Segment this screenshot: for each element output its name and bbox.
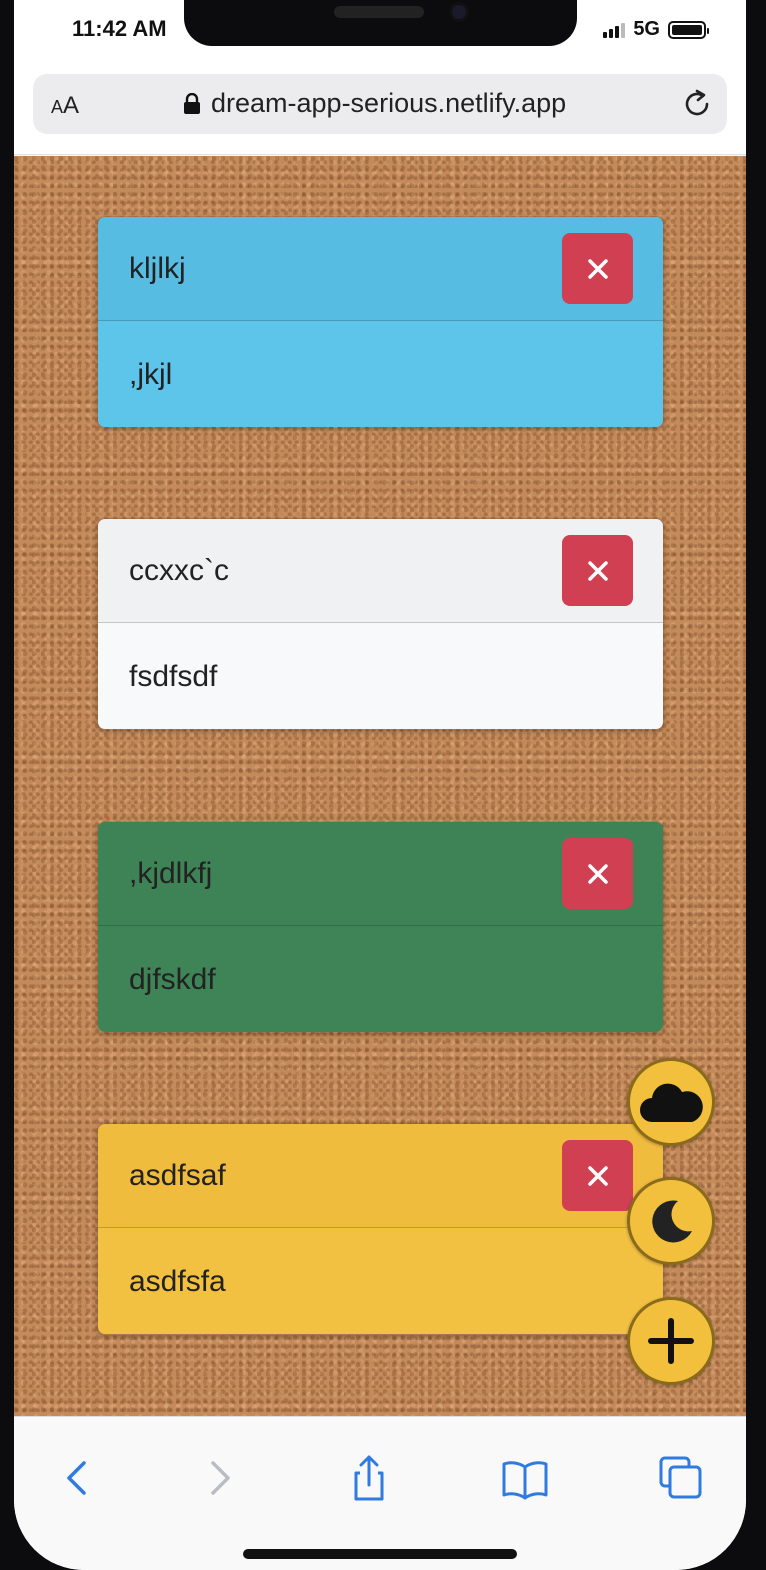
tabs-icon[interactable]	[656, 1453, 706, 1503]
note-title-bar: kljlkj	[98, 217, 663, 321]
forward-icon[interactable]	[195, 1453, 245, 1503]
bookmarks-icon[interactable]	[500, 1453, 550, 1503]
signal-icon	[603, 22, 626, 38]
home-indicator[interactable]	[243, 1549, 517, 1559]
url-display[interactable]: dream-app-serious.netlify.app	[183, 88, 566, 119]
note-body[interactable]: fsdfsdf	[98, 623, 663, 729]
close-icon	[587, 258, 608, 279]
note-card: kljlkj ,jkjl	[97, 216, 664, 428]
reload-icon[interactable]	[679, 86, 715, 122]
cloud-save-button[interactable]	[627, 1058, 715, 1146]
add-note-button[interactable]	[627, 1297, 715, 1385]
notch	[184, 0, 577, 46]
plus-icon	[648, 1318, 694, 1364]
battery-icon	[668, 20, 709, 39]
moon-icon	[652, 1200, 692, 1243]
status-indicators: 5G	[603, 18, 709, 41]
note-body[interactable]: djfskdf	[98, 926, 663, 1032]
note-title-bar: ccxxc`c	[98, 519, 663, 623]
note-title: asdfsaf	[129, 1158, 226, 1192]
delete-note-button[interactable]	[562, 838, 633, 909]
browser-toolbar	[14, 1416, 746, 1570]
browser-address-area: AA dream-app-serious.netlify.app	[14, 60, 746, 155]
lock-icon	[184, 92, 200, 114]
phone-frame: 11:42 AM 5G AA dream-app-serious.netlify…	[0, 0, 766, 1570]
dark-mode-button[interactable]	[627, 1177, 715, 1265]
status-bar: 11:42 AM 5G	[14, 0, 746, 60]
back-icon[interactable]	[52, 1453, 102, 1503]
note-title: ,kjdlkfj	[129, 856, 213, 890]
delete-note-button[interactable]	[562, 233, 633, 304]
text-size-big-label: A	[63, 92, 80, 119]
note-body[interactable]: ,jkjl	[98, 321, 663, 427]
cloud-icon	[640, 1083, 703, 1122]
note-card: asdfsaf asdfsfa	[97, 1123, 664, 1335]
note-card: ,kjdlkfj djfskdf	[97, 821, 664, 1033]
address-bar[interactable]: AA dream-app-serious.netlify.app	[33, 74, 727, 134]
note-title-bar: ,kjdlkfj	[98, 822, 663, 926]
screen: 11:42 AM 5G AA dream-app-serious.netlify…	[14, 0, 746, 1570]
share-icon[interactable]	[344, 1453, 394, 1503]
text-size-button[interactable]: AA	[51, 92, 79, 120]
cork-board: kljlkj ,jkjl ccxxc`c fsdfsdf ,kjdlkfj dj…	[14, 156, 746, 1416]
close-icon	[587, 863, 608, 884]
note-card: ccxxc`c fsdfsdf	[97, 518, 664, 730]
camera-icon	[449, 2, 469, 22]
note-title: kljlkj	[129, 251, 186, 285]
close-icon	[587, 1165, 608, 1186]
notch-speaker	[334, 6, 424, 18]
url-text: dream-app-serious.netlify.app	[211, 88, 567, 118]
delete-note-button[interactable]	[562, 1140, 633, 1211]
note-title: ccxxc`c	[129, 553, 229, 587]
delete-note-button[interactable]	[562, 535, 633, 606]
status-time: 11:42 AM	[72, 16, 167, 41]
network-label: 5G	[633, 18, 660, 40]
text-size-small-label: A	[51, 97, 64, 117]
note-body[interactable]: asdfsfa	[98, 1228, 663, 1334]
note-title-bar: asdfsaf	[98, 1124, 663, 1228]
close-icon	[587, 560, 608, 581]
